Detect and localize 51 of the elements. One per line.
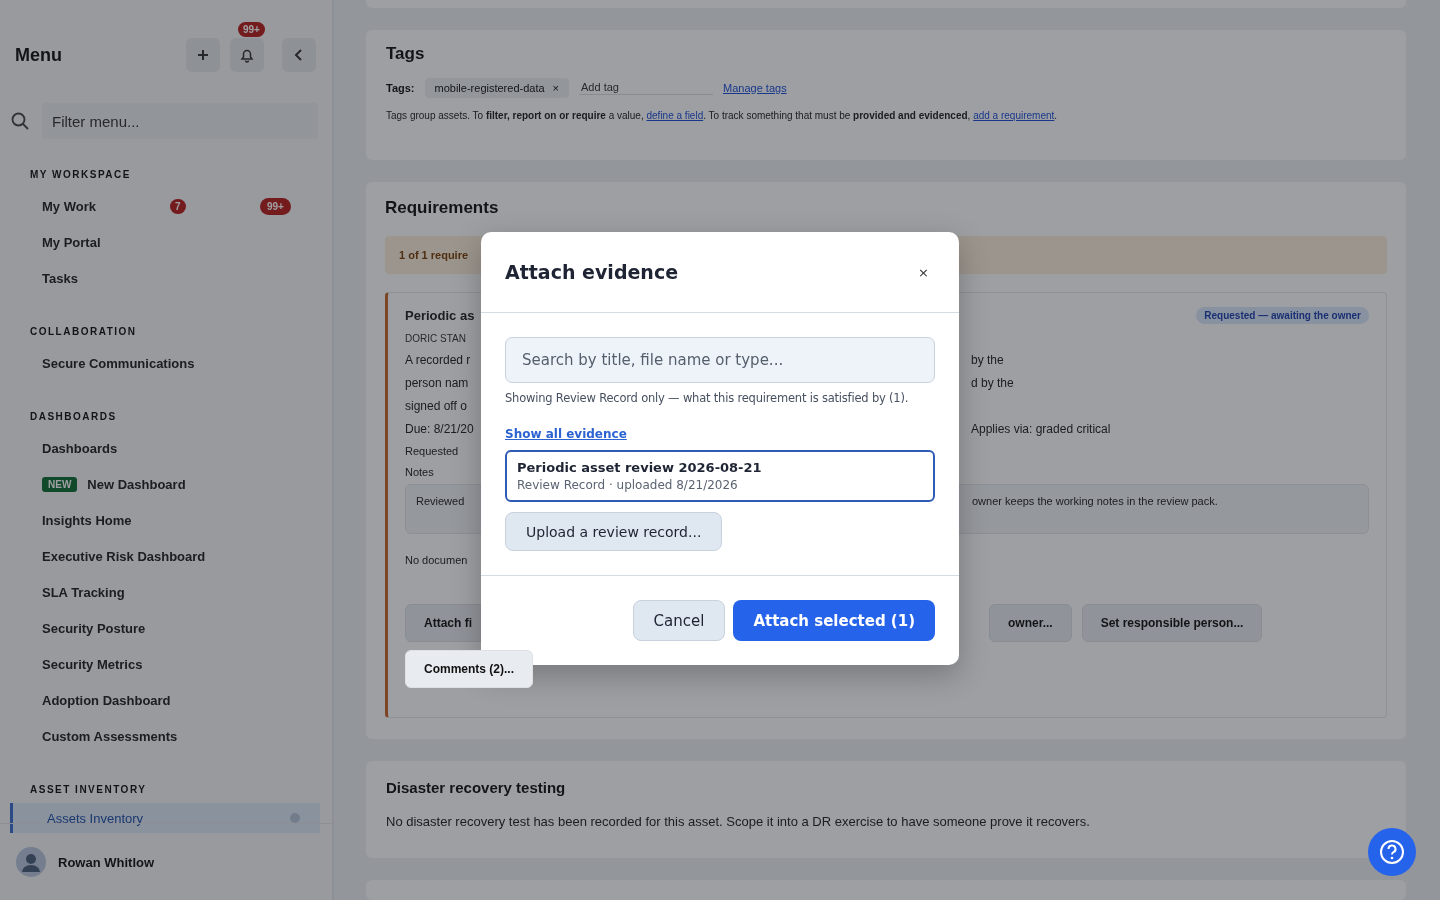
card-title: Tags xyxy=(386,43,426,64)
user-name: Rowan Whitlow xyxy=(58,854,155,870)
section-heading: ASSET INVENTORY xyxy=(29,783,148,797)
count-badge: 99+ xyxy=(260,197,291,215)
menu-item-label: Tasks xyxy=(42,270,78,286)
section-heading: DASHBOARDS xyxy=(29,410,118,424)
menu-item-label: Adoption Dashboard xyxy=(42,692,171,708)
dr-text: No disaster recovery test has been recorded for this asset. Scope it into a DR exercise to have someone prove it recovers. xyxy=(386,814,1091,830)
menu-item-label: Custom Assessments xyxy=(42,728,178,744)
documents-text: No documen xyxy=(405,554,469,567)
notification-count: 99+ xyxy=(238,22,265,37)
status-pill: Requested — awaiting the owner xyxy=(1196,307,1369,325)
section-heading: MY WORKSPACE xyxy=(29,168,132,182)
description-text: person nam xyxy=(405,376,470,391)
help-text: Tags group assets. To filter, report on or require a value, define a field. To track something that must be provided and evidenced, add a requirement. xyxy=(386,109,1059,121)
description-text: by the xyxy=(971,353,1005,368)
menu-item-label: My Portal xyxy=(42,234,101,250)
new-tag: NEW xyxy=(42,476,78,492)
menu-item-label: Security Metrics xyxy=(42,656,143,672)
section-heading: COLLABORATION xyxy=(29,325,138,339)
notes-text: owner keeps the working notes in the review pack. xyxy=(972,495,1218,510)
notes-label: Notes xyxy=(405,466,435,479)
menu-item-label: Dashboards xyxy=(42,440,118,456)
requirement-code: DORIC STAN xyxy=(405,333,467,345)
description-text: Applies via: graded critical xyxy=(971,422,1112,437)
menu-item-label: Insights Home xyxy=(42,512,132,528)
evidence-title: Periodic asset review 2026-08-21 xyxy=(517,460,763,475)
tags-label: Tags: xyxy=(386,81,415,94)
menu-item-label: Executive Risk Dashboard xyxy=(42,548,206,564)
hint-text: Showing Review Record only — what this requirement is satisfied by (1). xyxy=(505,391,910,405)
menu-item-label: Assets Inventory xyxy=(47,810,144,826)
evidence-meta: Review Record · uploaded 8/21/2026 xyxy=(517,478,739,492)
description-text: Due: 8/21/20 xyxy=(405,422,475,437)
description-text: d by the xyxy=(971,376,1015,391)
requirement-title: Periodic as xyxy=(405,308,476,324)
notes-text: Reviewed xyxy=(416,495,466,510)
menu-item-label: My Work xyxy=(42,198,96,214)
menu-item-label: Secure Communications xyxy=(42,355,195,371)
menu-item-label: Security Posture xyxy=(42,620,146,636)
menu-item-label: New Dashboard xyxy=(87,476,186,492)
description-text: signed off o xyxy=(405,399,468,414)
card-title: Requirements xyxy=(385,198,500,219)
tag-label: mobile-registered-data xyxy=(434,81,545,94)
menu-item-label: SLA Tracking xyxy=(42,584,125,600)
description-text: A recorded r xyxy=(405,353,472,368)
menu-title: Menu xyxy=(15,44,62,66)
card-title: Disaster recovery testing xyxy=(386,779,567,797)
banner-text: 1 of 1 require xyxy=(399,249,469,262)
dialog-title: Attach evidence xyxy=(505,261,679,283)
requested-label: Requested xyxy=(405,445,460,458)
count-badge: 7 xyxy=(170,198,186,214)
